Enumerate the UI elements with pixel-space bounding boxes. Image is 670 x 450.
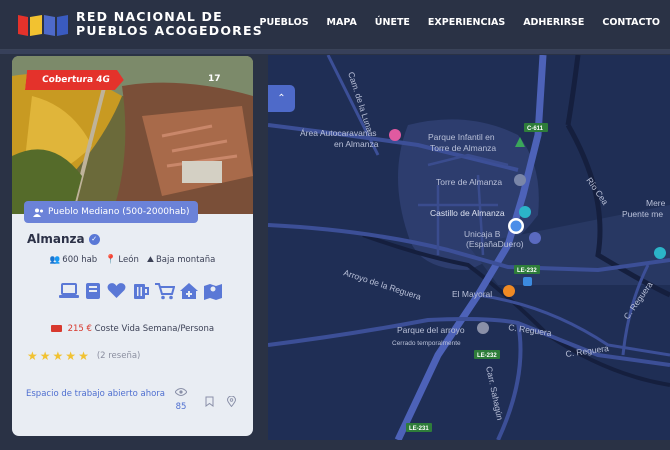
population-value: 600 hab [62, 255, 98, 265]
star-icon: ★ [78, 349, 89, 363]
nav-unete[interactable]: ÚNETE [375, 17, 410, 28]
caravan-poi-icon[interactable] [389, 129, 401, 141]
province-item: 📍 León [105, 255, 139, 265]
terrain-item: ⛰ Baja montaña [147, 255, 215, 265]
top-header: RED NACIONAL DE PUEBLOS ACOGEDORES PUEBL… [0, 0, 670, 50]
poi-autocaravanas-2: en Almanza [334, 139, 379, 149]
cart-icon [154, 280, 175, 301]
terrain-value: Baja montaña [155, 255, 216, 265]
nav-adherirse[interactable]: ADHERIRSE [523, 17, 584, 28]
poi-autocaravanas-1: Área Autocaravanas [300, 128, 377, 138]
beer-icon [130, 280, 151, 301]
poi-parque-infantil-2: Torre de Almanza [430, 143, 496, 153]
verified-icon: ✓ [88, 233, 100, 245]
town-photo[interactable]: Cobertura 4G 17 [12, 56, 253, 214]
medical-house-icon [178, 280, 199, 301]
laptop-icon [58, 280, 79, 301]
people-icon: 👥 [49, 255, 61, 265]
mountain-icon: ⛰ [146, 255, 154, 265]
province-value: León [118, 255, 139, 265]
star-icon: ★ [27, 349, 38, 363]
poi-puente: Puente me [622, 209, 663, 219]
map-canvas: Cam. de la Luna Área Autocaravanas en Al… [268, 55, 670, 440]
road-sign-le232-b-label: LE-232 [477, 353, 497, 359]
castle-poi-icon[interactable] [519, 206, 531, 218]
map-expand-button[interactable]: ⌃ [268, 85, 295, 112]
bus-stop-icon[interactable] [523, 277, 532, 286]
views-counter: 85 [172, 388, 190, 412]
nav-experiencias[interactable]: EXPERIENCIAS [428, 17, 505, 28]
bank-poi-icon[interactable] [529, 232, 541, 244]
star-icon: ★ [39, 349, 51, 363]
town-meta: 👥 600 hab 📍 León ⛰ Baja montaña [12, 255, 253, 265]
nav-mapa[interactable]: MAPA [327, 17, 357, 28]
book-icon [82, 280, 103, 301]
brand-name[interactable]: RED NACIONAL DE PUEBLOS ACOGEDORES [76, 10, 263, 38]
heart-icon [106, 280, 127, 301]
header-divider [0, 50, 670, 54]
poi-unicaja-1: Unicaja B [464, 229, 501, 239]
brand-line-1: RED NACIONAL DE [76, 9, 223, 24]
town-size-label: Pueblo Mediano (500-2000hab) [48, 207, 190, 217]
location-icon: 📍 [105, 255, 117, 265]
map-view[interactable]: Cam. de la Luna Área Autocaravanas en Al… [268, 55, 670, 440]
nav-contacto[interactable]: CONTACTO [602, 17, 660, 28]
poi-parque-arroyo: Parque del arroyo [397, 325, 465, 335]
town-name-row: Almanza ✓ [27, 232, 100, 246]
brand-logo[interactable] [18, 12, 68, 36]
town-size-badge: Pueblo Mediano (500-2000hab) [24, 201, 199, 223]
population-item: 👥 600 hab [50, 255, 98, 265]
edge-poi-icon[interactable] [654, 247, 666, 259]
poi-mayoral: El Mayoral [452, 289, 492, 299]
services-icons [58, 280, 223, 301]
money-icon [50, 325, 62, 332]
chevron-up-icon: ⌃ [277, 93, 286, 104]
tower-poi-icon[interactable] [514, 174, 526, 186]
bookmark-icon[interactable] [205, 396, 214, 407]
poi-cerrado: Cerrado temporalmente [392, 340, 461, 347]
poi-mere: Mere [646, 198, 666, 208]
town-location-dot [510, 220, 522, 232]
road-sign-c611-label: C-611 [527, 126, 544, 132]
eye-icon [174, 388, 188, 396]
star-icon: ★ [65, 349, 77, 363]
town-card[interactable]: Cobertura 4G 17 Pueblo Mediano (500-2000… [12, 56, 253, 436]
views-count: 85 [175, 402, 187, 412]
brand-line-2: PUEBLOS ACOGEDORES [76, 23, 263, 38]
main-nav: PUEBLOS MAPA ÚNETE EXPERIENCIAS ADHERIRS… [260, 17, 661, 28]
cost-of-living: 215 € Coste Vida Semana/Persona [12, 324, 253, 334]
nav-pueblos[interactable]: PUEBLOS [260, 17, 309, 28]
cost-label: Coste Vida Semana/Persona [94, 324, 215, 334]
map-pin-icon[interactable] [227, 396, 236, 407]
star-icon: ★ [52, 349, 64, 363]
map-icon [202, 280, 223, 301]
poi-unicaja-2: (EspañaDuero) [466, 239, 524, 249]
poi-torre: Torre de Almanza [436, 177, 502, 187]
photo-count: 17 [208, 74, 221, 84]
rating: ★ ★ ★ ★ ★ (2 reseña) [27, 349, 140, 363]
cost-price: 215 € [67, 324, 92, 334]
users-icon [33, 208, 43, 217]
poi-castillo: Castillo de Almanza [430, 208, 505, 218]
park-closed-poi-icon[interactable] [477, 322, 489, 334]
road-sign-le232-label: LE-232 [517, 268, 537, 274]
restaurant-poi-icon[interactable] [503, 285, 515, 297]
coverage-badge: Cobertura 4G [25, 70, 125, 90]
town-name[interactable]: Almanza [27, 232, 85, 246]
poi-parque-infantil-1: Parque Infantil en [428, 132, 495, 142]
workspace-status[interactable]: Espacio de trabajo abierto ahora [26, 387, 166, 401]
review-count[interactable]: (2 reseña) [97, 351, 141, 361]
road-sign-le231-label: LE-231 [409, 426, 429, 432]
